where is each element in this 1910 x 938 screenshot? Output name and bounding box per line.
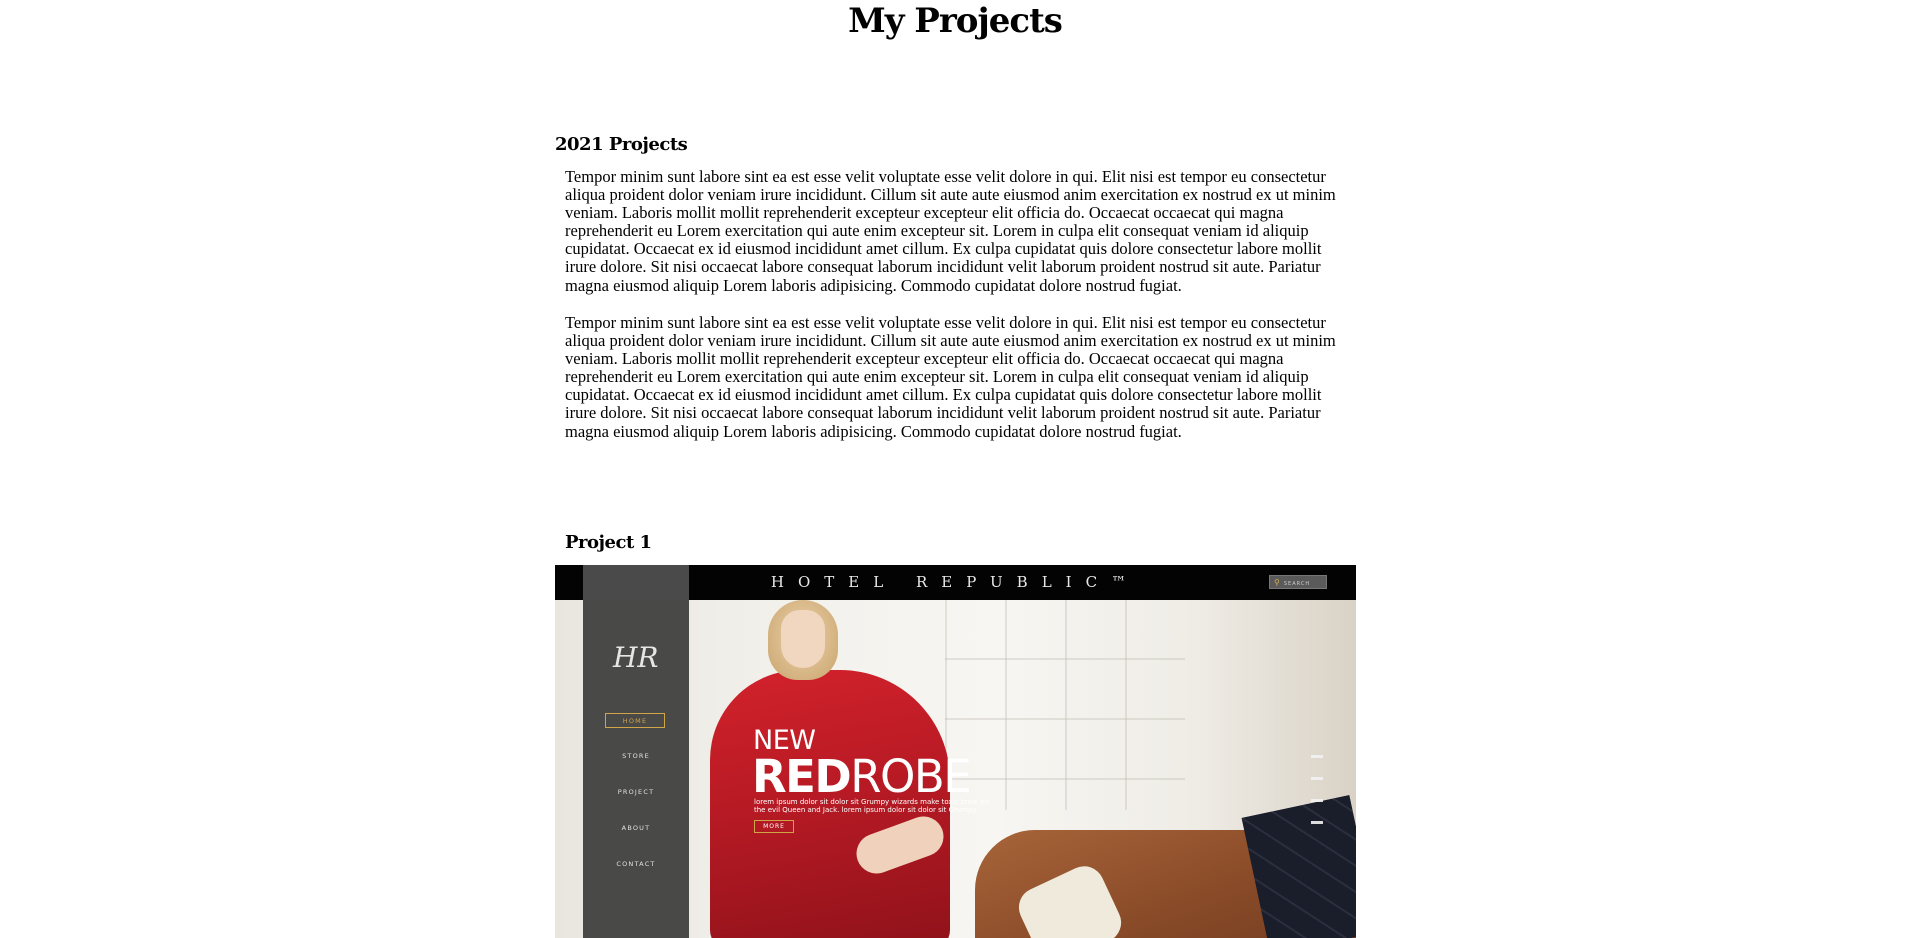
slider-dot (1311, 799, 1323, 802)
project-screenshot: HOTEL REPUBLIC™ ⚲ SEARCH HR HOME STORE PR… (555, 565, 1356, 938)
search-placeholder: SEARCH (1283, 581, 1311, 587)
slider-dot (1311, 821, 1323, 824)
site-nav-contact: CONTACT (616, 860, 656, 868)
paragraph: Tempor minim sunt labore sint ea est ess… (565, 313, 1336, 441)
promo-title-light: ROBE (850, 750, 972, 803)
promo-title-bold: RED (752, 750, 852, 803)
window-background (945, 600, 1185, 810)
slider-dot (1311, 755, 1323, 758)
page-title: My Projects (848, 1, 1063, 41)
promo-title: REDROBE (752, 750, 972, 803)
site-logo: HR (613, 641, 659, 674)
sidebar-header (583, 565, 689, 600)
site-search-input: ⚲ SEARCH (1269, 575, 1327, 589)
slider-dots (1311, 755, 1323, 843)
slider-dot (1311, 777, 1323, 780)
paragraph: Tempor minim sunt labore sint ea est ess… (565, 167, 1336, 295)
project-heading: Project 1 (565, 532, 652, 553)
site-nav-store: STORE (622, 752, 650, 760)
site-nav-project: PROJECT (617, 788, 655, 796)
site-nav-home: HOME (605, 713, 665, 728)
promo-more-button: MORE (754, 820, 794, 833)
section-heading: 2021 Projects (555, 134, 688, 155)
site-nav-about: ABOUT (621, 824, 651, 832)
promo-text: lorem ipsum dolor sit dolor sit Grumpy w… (754, 798, 990, 814)
model-face (781, 610, 825, 668)
search-icon: ⚲ (1274, 578, 1281, 587)
site-sidebar: HR HOME STORE PROJECT ABOUT CONTACT (583, 565, 689, 938)
